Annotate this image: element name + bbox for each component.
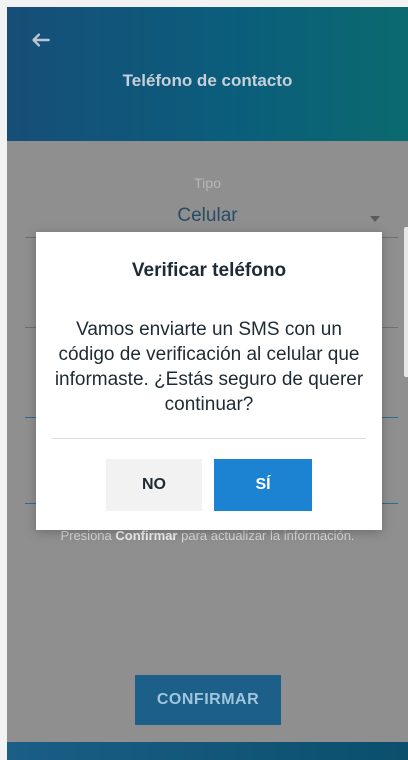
confirm-hint-bold: Confirmar (115, 528, 178, 543)
dialog-divider (52, 438, 366, 439)
verify-phone-dialog: Verificar teléfono Vamos enviarte un SMS… (36, 232, 382, 530)
confirm-hint-prefix: Presiona (60, 528, 116, 543)
field-value-tipo[interactable]: Celular (7, 205, 408, 227)
page-title: Teléfono de contacto (122, 71, 293, 90)
confirm-hint-suffix: para actualizar la información. (177, 528, 355, 543)
arrow-left-icon[interactable] (27, 27, 53, 53)
field-label-tipo: Tipo (194, 175, 221, 191)
confirm-button[interactable]: CONFIRMAR (135, 675, 281, 725)
screen: Teléfono de contacto Tipo Celular Presio… (0, 0, 408, 760)
yes-button[interactable]: SÍ (214, 459, 312, 511)
no-button[interactable]: NO (106, 459, 202, 511)
bottom-bar (7, 742, 408, 760)
app-header: Teléfono de contacto (7, 7, 408, 141)
side-handle (404, 227, 408, 377)
triangle-down-icon[interactable] (370, 216, 380, 222)
dialog-message: Vamos enviarte un SMS con un código de v… (54, 319, 364, 415)
dialog-title: Verificar teléfono (131, 260, 287, 281)
